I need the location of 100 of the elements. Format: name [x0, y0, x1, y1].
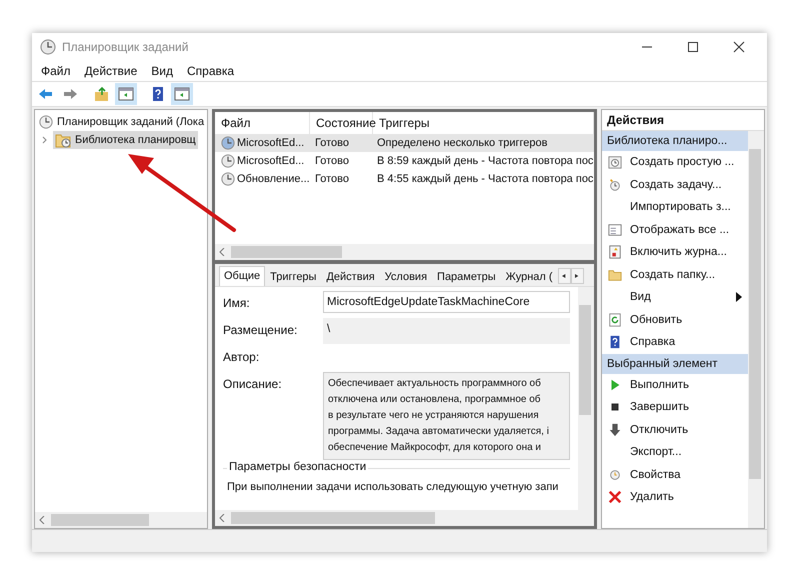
maximize-icon[interactable]	[687, 41, 699, 53]
tab[interactable]: Действия	[321, 267, 380, 286]
chevron-left-icon[interactable]	[39, 516, 45, 524]
folder-clock-icon	[55, 132, 71, 148]
task-triggers: В 4:55 каждый день - Частота повтора пос	[376, 173, 594, 185]
vertical-scrollbar[interactable]	[748, 131, 764, 528]
menu-item[interactable]: Справка	[187, 64, 234, 78]
pane-toggle-button[interactable]	[171, 83, 193, 105]
action-label: Удалить	[630, 491, 674, 504]
task-triggers: Определено несколько триггеров	[376, 137, 549, 149]
action-item[interactable]: Отображать все ...	[602, 218, 748, 241]
chevron-icon[interactable]	[41, 136, 49, 144]
location-field[interactable]: \	[323, 318, 570, 344]
action-item[interactable]: Выполнить	[602, 374, 748, 396]
window-title: Планировщик заданий	[62, 40, 188, 54]
caret-icon	[562, 274, 566, 278]
action-label: Включить журна...	[630, 246, 727, 258]
action-item[interactable]: Экспорт...	[602, 441, 748, 464]
action-label: Экспорт...	[630, 446, 682, 458]
tab[interactable]: Параметры	[432, 267, 501, 286]
tab[interactable]: Триггеры	[265, 267, 322, 286]
action-label: Свойства	[630, 468, 680, 481]
task-triggers: В 8:59 каждый день - Частота повтора пос	[376, 155, 594, 167]
tab[interactable]: Условия	[380, 267, 432, 286]
log-icon	[608, 245, 622, 260]
left-arrow-icon	[38, 86, 54, 102]
action-item[interactable]: Включить журна...	[602, 241, 748, 264]
tree-item[interactable]: Библиотека планировщ	[53, 131, 198, 149]
window-list-icon	[608, 222, 622, 237]
right-arrow-icon	[62, 86, 78, 102]
action-item[interactable]: Завершить	[602, 396, 748, 418]
group-header[interactable]: Выбранный элемент	[602, 354, 748, 374]
field-label: Размещение:	[223, 322, 298, 337]
task-name: MicrosoftEd...	[237, 155, 304, 167]
action-label: Создать простую ...	[630, 156, 734, 168]
action-item[interactable]: Создать задачу...	[602, 174, 748, 196]
name-field[interactable]: MicrosoftEdgeUpdateTaskMachineCore	[323, 291, 570, 313]
action-item[interactable]: Обновить	[602, 308, 748, 331]
menu-item[interactable]: Действие	[84, 64, 138, 78]
action-item[interactable]: Свойства	[602, 464, 748, 486]
pane-toggle-button[interactable]	[115, 83, 137, 105]
action-label: Отключить	[630, 424, 688, 436]
action-item[interactable]: Отключить	[602, 418, 748, 441]
action-item[interactable]: Импортировать з...	[602, 196, 748, 218]
menu-item[interactable]: Файл	[41, 64, 71, 78]
action-item[interactable]: Справка	[602, 331, 748, 354]
action-label: Обновить	[630, 314, 682, 326]
horizontal-scrollbar[interactable]	[215, 244, 594, 260]
menu-item[interactable]: Вид	[151, 64, 173, 78]
tree-item[interactable]: Планировщик заданий (Лока	[37, 113, 205, 131]
down-arrow-icon	[608, 422, 622, 437]
close-icon[interactable]	[733, 41, 745, 53]
task-name: Обновление...	[237, 173, 310, 185]
vertical-scrollbar[interactable]	[578, 287, 594, 510]
tab[interactable]: Общие	[219, 266, 266, 286]
clock-icon	[40, 39, 56, 55]
chevron-left-icon[interactable]	[219, 514, 225, 522]
action-label: Импортировать з...	[630, 201, 731, 214]
help-icon	[608, 335, 622, 350]
action-label: Завершить	[630, 401, 690, 414]
pane-icon	[118, 86, 134, 102]
field-label: Описание:	[223, 376, 283, 391]
caret-icon	[575, 274, 580, 278]
folder-up-icon	[94, 86, 110, 102]
action-label: Создать папку...	[630, 268, 716, 281]
clock-icon	[608, 178, 622, 192]
action-item[interactable]: Создать папку...	[602, 264, 748, 286]
tree-label: Планировщик заданий (Лока	[57, 116, 204, 128]
group-title: Параметры безопасности	[227, 461, 368, 473]
action-item[interactable]: Вид	[602, 286, 748, 308]
action-label: Создать задачу...	[630, 178, 722, 191]
group-header[interactable]: Библиотека планиро...	[602, 131, 748, 151]
action-label: Справка	[630, 336, 676, 348]
description-field[interactable]: Обеспечивает актуальность программного об отключена или остановлена, программное об в результате чего не устраняются нарушения программы. Задача автоматически удаляется, і обеспечение Майкрософт, для которого она и	[323, 372, 570, 460]
tab[interactable]: Журнал (	[500, 267, 558, 286]
pane-icon	[174, 86, 190, 102]
horizontal-scrollbar[interactable]	[215, 510, 594, 526]
action-item[interactable]: Удалить	[602, 486, 748, 508]
action-label: Отображать все ...	[630, 224, 730, 236]
horizontal-scrollbar[interactable]	[35, 512, 207, 528]
task-status: Готово	[314, 155, 350, 167]
delete-icon	[608, 490, 622, 504]
clock-icon	[608, 468, 622, 482]
action-label: Вид	[630, 291, 651, 304]
clock-icon	[221, 136, 235, 150]
tab-scroll-right-button[interactable]	[570, 268, 584, 284]
task-status: Готово	[314, 137, 350, 149]
clock-icon	[221, 154, 235, 168]
action-item[interactable]: Создать простую ...	[602, 151, 748, 174]
tab-scroll-left-button[interactable]	[558, 268, 571, 284]
tree-label: Библиотека планировщ	[75, 134, 196, 146]
clock-icon	[39, 115, 53, 129]
clock-icon	[221, 172, 235, 186]
task-name: MicrosoftEd...	[237, 137, 304, 149]
task-row[interactable]: MicrosoftEd... Готово В 8:59 каждый день - Частота повтора пос	[215, 152, 594, 170]
security-text: При выполнении задачи использовать следующую учетную запи	[227, 481, 560, 493]
task-row[interactable]: MicrosoftEd... Готово Определено несколько триггеров	[215, 134, 594, 152]
chevron-left-icon[interactable]	[219, 248, 225, 256]
task-row[interactable]: Обновление... Готово В 4:55 каждый день - Частота повтора пос	[215, 170, 594, 188]
help-icon	[150, 86, 166, 102]
